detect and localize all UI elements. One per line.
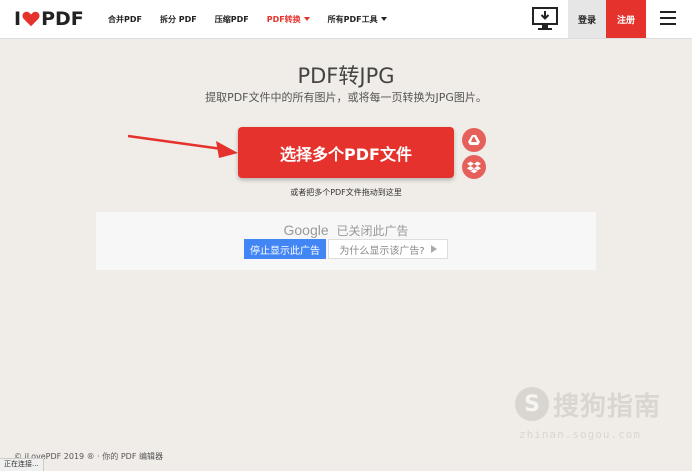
ad-closed-panel: Google 已关闭此广告 停止显示此广告 为什么显示该广告? [96, 212, 596, 270]
caret-down-icon [380, 17, 387, 21]
nav-merge-pdf[interactable]: 合并PDF [108, 14, 142, 25]
sogou-logo-icon: S [515, 387, 549, 421]
page-subtitle: 提取PDF文件中的所有图片，或将每一页转换为JPG图片。 [205, 91, 487, 104]
sogou-watermark: S 搜狗指南 [515, 384, 661, 424]
page-title: PDF转JPG [297, 64, 395, 88]
why-ad-button[interactable]: 为什么显示该广告? [328, 239, 448, 259]
nav-split-pdf[interactable]: 拆分 PDF [160, 14, 197, 25]
caret-down-icon [303, 17, 310, 21]
top-header: I PDF 合并PDF 拆分 PDF 压缩PDF PDF转换 所有PDF工具 登… [0, 0, 692, 39]
desktop-download-icon[interactable] [531, 6, 559, 32]
why-ad-label: 为什么显示该广告? [339, 245, 425, 257]
logo-text-pdf: PDF [41, 8, 84, 30]
watermark-text: 搜狗指南 [553, 391, 662, 422]
nav-convert-pdf-label: PDF转换 [266, 14, 301, 24]
watermark-url: zhinan.sogou.com [519, 428, 641, 441]
stop-ad-button[interactable]: 停止显示此广告 [244, 239, 326, 259]
nav-convert-pdf[interactable]: PDF转换 [267, 14, 310, 25]
nav-all-tools[interactable]: 所有PDF工具 [328, 14, 387, 25]
login-button[interactable]: 登录 [568, 0, 606, 38]
dropbox-icon [467, 161, 481, 174]
google-drive-button[interactable] [462, 128, 486, 152]
hamburger-menu-icon[interactable] [660, 11, 676, 25]
drag-drop-hint: 或者把多个PDF文件拖动到这里 [290, 188, 402, 197]
select-pdf-files-button[interactable]: 选择多个PDF文件 [238, 127, 454, 178]
nav-compress-pdf[interactable]: 压缩PDF [215, 14, 249, 25]
red-arrow-annotation [127, 134, 238, 158]
ad-closed-line: Google 已关闭此广告 [96, 222, 596, 239]
google-logo: Google [283, 222, 329, 238]
google-drive-icon [468, 135, 480, 145]
adchoices-icon [430, 245, 437, 253]
ad-closed-text: 已关闭此广告 [336, 224, 409, 238]
logo-text-i: I [14, 8, 22, 30]
signup-button[interactable]: 注册 [606, 0, 646, 38]
nav-all-tools-label: 所有PDF工具 [327, 14, 378, 24]
heart-icon [22, 11, 40, 27]
ilovepdf-logo[interactable]: I PDF [14, 8, 84, 30]
main-nav: 合并PDF 拆分 PDF 压缩PDF PDF转换 所有PDF工具 [108, 0, 405, 38]
dropbox-button[interactable] [462, 155, 486, 179]
browser-status-bar: 正在连接... [0, 458, 44, 471]
